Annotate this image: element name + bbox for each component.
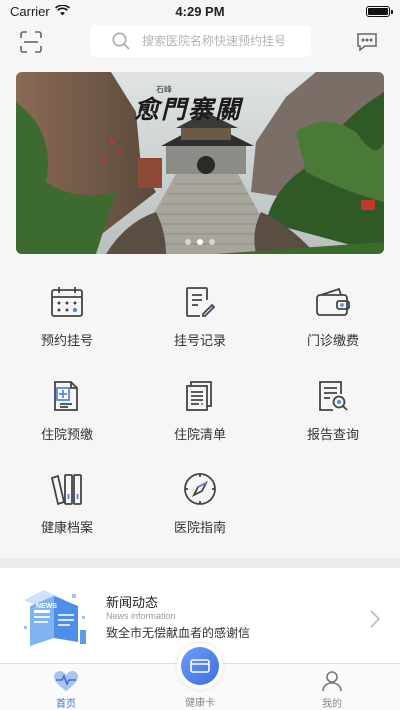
grid-label: 挂号记录	[173, 334, 226, 349]
chevron-right-icon	[370, 610, 380, 628]
status-time: 4:29 PM	[175, 3, 225, 19]
grid-item-report-query[interactable]: 报告查询	[278, 376, 388, 456]
binders-icon	[47, 469, 87, 509]
health-card-button[interactable]	[177, 643, 223, 689]
grid-item-health-records[interactable]: 健康档案	[12, 469, 122, 549]
grid-item-hospital-guide[interactable]: 医院指南	[145, 469, 255, 549]
carousel-dot[interactable]	[185, 239, 191, 245]
wallet-icon	[313, 282, 353, 322]
news-illustration-icon	[24, 590, 86, 646]
search-bar[interactable]	[90, 25, 311, 57]
tab-home[interactable]: 首页	[26, 664, 106, 710]
grid-label: 门诊缴费	[306, 334, 359, 349]
banner-carousel[interactable]: 愈門寨關 石峰	[16, 72, 384, 254]
section-divider	[0, 558, 400, 568]
grid-item-appointment[interactable]: 预约挂号	[12, 282, 122, 362]
scan-button[interactable]	[18, 29, 44, 55]
grid-item-outpatient-payment[interactable]: 门诊缴费	[278, 282, 388, 362]
tab-card-label: 健康卡	[185, 698, 215, 709]
search-input[interactable]	[142, 34, 302, 48]
card-icon	[190, 659, 210, 673]
banner-calligraphy: 愈門寨關	[134, 95, 243, 124]
status-bar: Carrier 4:29 PM	[0, 0, 400, 22]
news-title: 新闻动态	[106, 596, 159, 611]
grid-label: 住院清单	[173, 428, 226, 443]
tab-mine-label: 我的	[322, 699, 342, 710]
grid-label: 医院指南	[173, 521, 226, 536]
compass-icon	[180, 469, 220, 509]
edit-record-icon	[180, 282, 220, 322]
news-subtitle: News information	[106, 611, 176, 621]
grid-label: 健康档案	[40, 521, 93, 536]
document-list-icon	[180, 376, 220, 416]
heart-pulse-icon	[53, 669, 79, 693]
message-button[interactable]	[354, 29, 380, 55]
scan-icon	[20, 31, 42, 53]
grid-item-register-record[interactable]: 挂号记录	[145, 282, 255, 362]
news-image-tag: NEWS	[36, 603, 57, 610]
calendar-icon	[47, 282, 87, 322]
news-headline[interactable]: 致全市无偿献血者的感谢信	[106, 624, 250, 641]
tab-mine[interactable]: 我的	[292, 664, 372, 710]
hospital-prepay-icon	[47, 376, 87, 416]
top-bar	[0, 22, 400, 62]
user-icon	[321, 669, 343, 693]
grid-label: 住院预缴	[40, 428, 93, 443]
grid-item-inpatient-prepay[interactable]: 住院预缴	[12, 376, 122, 456]
carousel-dot-active[interactable]	[197, 239, 203, 245]
banner-small-text: 石峰	[156, 85, 172, 94]
grid-label: 报告查询	[306, 428, 359, 443]
tab-home-label: 首页	[56, 699, 76, 710]
carousel-dot[interactable]	[209, 239, 215, 245]
grid-label: 预约挂号	[40, 334, 93, 349]
battery-icon	[366, 5, 393, 17]
grid-item-inpatient-list[interactable]: 住院清单	[145, 376, 255, 456]
message-icon	[357, 33, 377, 52]
search-icon	[112, 32, 130, 50]
report-search-icon	[313, 376, 353, 416]
carousel-indicator	[16, 239, 384, 245]
